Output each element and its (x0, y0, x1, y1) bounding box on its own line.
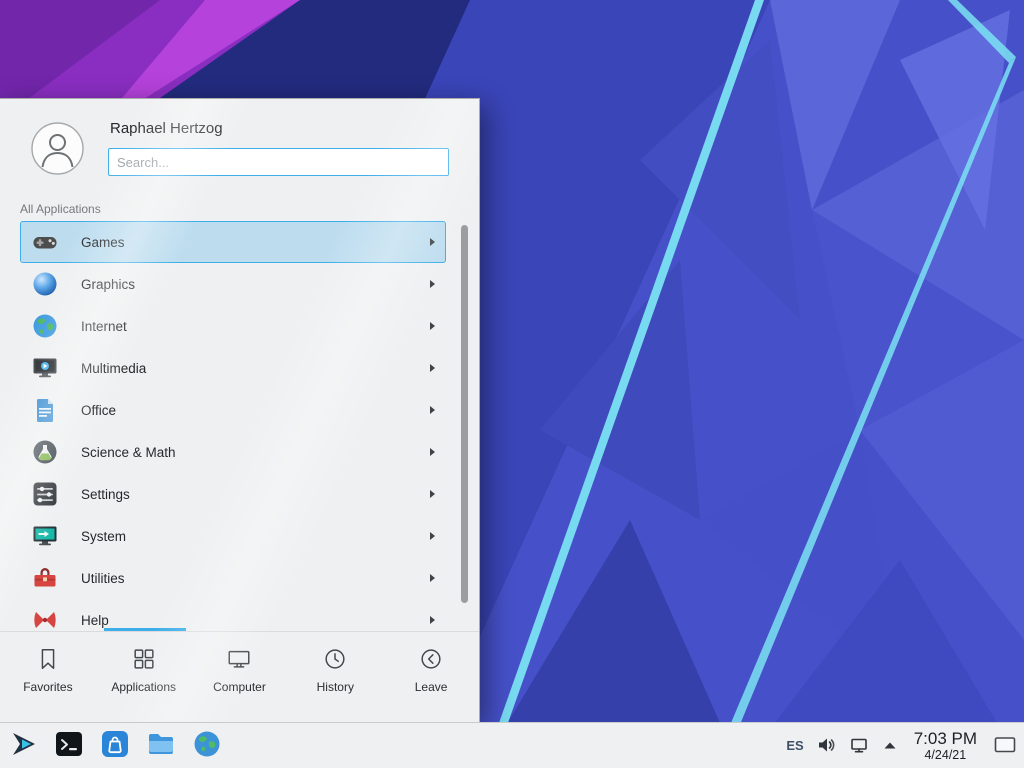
active-tab-indicator (104, 628, 186, 631)
user-avatar[interactable] (31, 122, 84, 175)
scrollbar-thumb[interactable] (461, 225, 468, 603)
show-desktop-button[interactable] (994, 736, 1016, 754)
clock-icon (322, 646, 348, 672)
category-label: Graphics (81, 277, 135, 292)
web-browser-icon (192, 729, 222, 762)
category-label: Internet (81, 319, 127, 334)
category-utilities[interactable]: Utilities (20, 557, 446, 599)
chevron-right-icon (430, 490, 435, 498)
tab-computer[interactable]: Computer (192, 632, 288, 723)
sliders-icon (31, 480, 59, 508)
user-icon (31, 122, 84, 175)
category-label: System (81, 529, 126, 544)
app-launcher-button[interactable] (6, 729, 39, 762)
gamepad-icon (31, 228, 59, 256)
user-name: Raphael Hertzog (110, 120, 223, 137)
clock-time: 7:03 PM (914, 729, 977, 749)
chevron-right-icon (430, 280, 435, 288)
bookmark-icon (35, 646, 61, 672)
folder-icon (146, 729, 176, 762)
chevron-right-icon (430, 532, 435, 540)
category-office[interactable]: Office (20, 389, 446, 431)
terminal-icon (54, 729, 84, 762)
help-icon (31, 606, 59, 634)
tab-leave[interactable]: Leave (383, 632, 479, 723)
category-label: Games (81, 235, 125, 250)
chevron-right-icon (430, 616, 435, 624)
grid-icon (131, 646, 157, 672)
category-settings[interactable]: Settings (20, 473, 446, 515)
tab-label: Computer (213, 680, 266, 694)
tab-applications[interactable]: Applications (96, 632, 192, 723)
globe-icon (31, 312, 59, 340)
category-multimedia[interactable]: Multimedia (20, 347, 446, 389)
category-label: Settings (81, 487, 130, 502)
terminal-button[interactable] (52, 729, 85, 762)
clock[interactable]: 7:03 PM 4/24/21 (910, 729, 981, 763)
volume-icon[interactable] (817, 736, 837, 754)
taskbar-panel: ES 7:03 PM (0, 722, 1024, 768)
section-label: All Applications (20, 202, 101, 216)
show-desktop-icon (994, 736, 1016, 754)
software-center-icon (100, 729, 130, 762)
file-manager-button[interactable] (144, 729, 177, 762)
tab-history[interactable]: History (287, 632, 383, 723)
taskbar-launchers (6, 729, 223, 762)
tab-label: Favorites (23, 680, 72, 694)
category-list: Games Gr (20, 221, 446, 641)
chevron-right-icon (430, 322, 435, 330)
category-label: Science & Math (81, 445, 176, 460)
flask-icon (31, 438, 59, 466)
tab-label: History (317, 680, 354, 694)
chevron-right-icon (430, 238, 435, 246)
leave-icon (418, 646, 444, 672)
launcher-tabbar: Favorites Applications (0, 631, 479, 723)
category-label: Help (81, 613, 109, 628)
document-icon (31, 396, 59, 424)
category-games[interactable]: Games (20, 221, 446, 263)
category-label: Utilities (81, 571, 125, 586)
category-system[interactable]: System (20, 515, 446, 557)
clock-date: 4/24/21 (924, 748, 966, 762)
chevron-right-icon (430, 448, 435, 456)
category-label: Office (81, 403, 116, 418)
chevron-right-icon (430, 406, 435, 414)
application-launcher: Raphael Hertzog All Applications Games (0, 98, 480, 722)
network-icon[interactable] (850, 737, 870, 754)
computer-icon (226, 646, 252, 672)
expand-tray-icon[interactable] (883, 740, 897, 751)
tab-label: Leave (415, 680, 448, 694)
keyboard-layout-indicator[interactable]: ES (786, 738, 803, 753)
system-tray: ES 7:03 PM (786, 729, 1016, 763)
chevron-right-icon (430, 574, 435, 582)
tab-label: Applications (111, 680, 176, 694)
software-center-button[interactable] (98, 729, 131, 762)
category-internet[interactable]: Internet (20, 305, 446, 347)
toolbox-icon (31, 564, 59, 592)
web-browser-button[interactable] (190, 729, 223, 762)
screen: Raphael Hertzog All Applications Games (0, 0, 1024, 768)
category-science-math[interactable]: Science & Math (20, 431, 446, 473)
chevron-right-icon (430, 364, 435, 372)
sphere-icon (31, 270, 59, 298)
scrollbar[interactable] (461, 225, 468, 603)
system-monitor-icon (31, 522, 59, 550)
monitor-play-icon (31, 354, 59, 382)
category-graphics[interactable]: Graphics (20, 263, 446, 305)
category-label: Multimedia (81, 361, 146, 376)
search-input[interactable] (108, 148, 449, 176)
tab-favorites[interactable]: Favorites (0, 632, 96, 723)
app-launcher-icon (8, 729, 38, 762)
